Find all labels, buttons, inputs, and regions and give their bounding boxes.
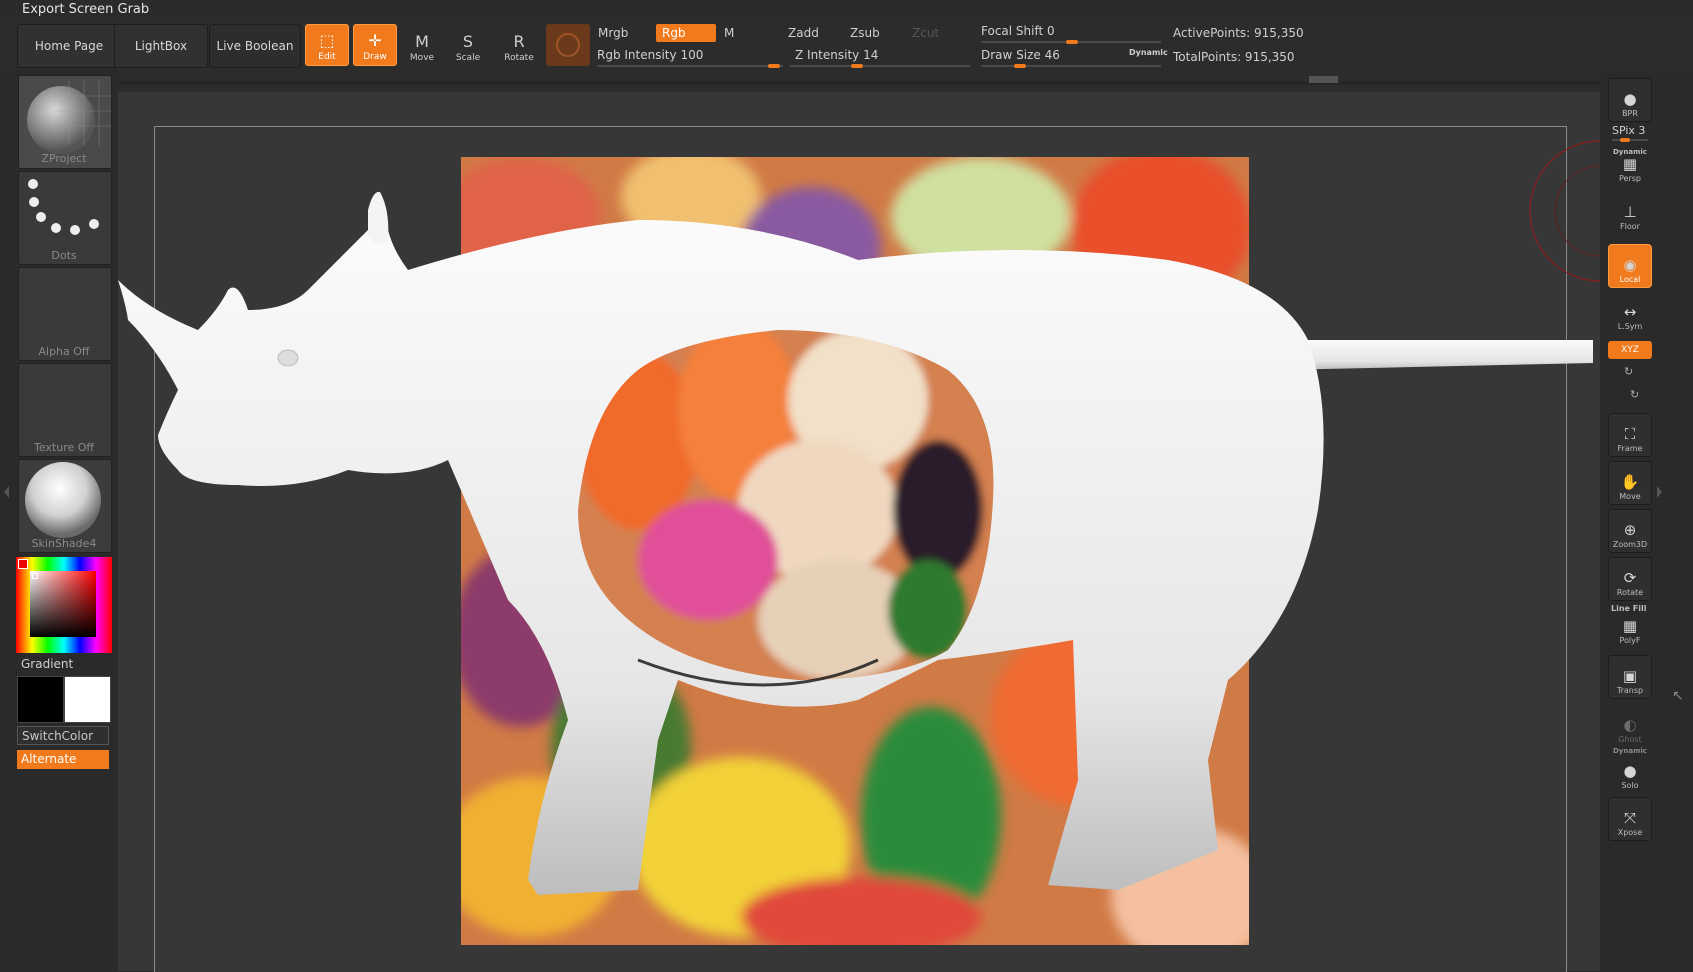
brush-selector-button[interactable] [546,24,590,66]
total-points-readout: TotalPoints: 915,350 [1173,50,1295,64]
draw-size-value: 46 [1044,48,1060,62]
move-icon: M [415,32,429,51]
persp-button[interactable]: ▦ Persp [1608,148,1652,186]
top-shelf-divider [118,81,1603,85]
alternate-toggle[interactable]: Alternate [17,750,109,769]
window-title: Export Screen Grab [22,2,150,17]
z-intensity-slider[interactable] [790,65,970,67]
home-page-button[interactable]: Home Page [17,24,121,68]
scale-icon: S [462,32,474,51]
solo-button[interactable]: ● Solo [1608,749,1652,793]
floor-button[interactable]: ⊥ Floor [1608,196,1652,234]
title-bar: Export Screen Grab [0,0,1693,20]
active-points-readout: ActivePoints: 915,350 [1173,26,1304,40]
rotate-button[interactable]: R Rotate [497,24,541,66]
xyz-toggle[interactable]: XYZ [1608,341,1652,359]
draw-icon: ✛ [368,31,382,50]
rotate-z-icon[interactable]: ↻ [1630,388,1639,401]
alpha-label: Alpha Off [38,345,90,358]
transparency-icon: ▣ [1622,667,1638,685]
transp-button[interactable]: ▣ Transp [1608,655,1652,699]
move-button[interactable]: M Move [400,24,444,66]
focal-shift-value: 0 [1047,24,1055,38]
rotate-y-icon[interactable]: ↻ [1624,365,1633,378]
spix-label[interactable]: SPix 3 [1612,124,1645,137]
xpose-icon: ⤧ [1623,809,1636,827]
draw-size-knob[interactable] [1014,64,1026,68]
spix-knob[interactable] [1620,138,1630,142]
bpr-button[interactable]: ● BPR [1608,78,1652,122]
zoom-icon: ⊕ [1623,521,1637,539]
frame-button[interactable]: ⛶ Frame [1608,413,1652,457]
rgb-intensity-knob[interactable] [768,64,780,68]
left-tray-arrow-icon[interactable] [4,486,9,498]
focal-shift-knob[interactable] [1066,40,1078,44]
draw-button[interactable]: ✛ Draw [353,24,397,66]
rgb-intensity-label: Rgb Intensity 100 [597,48,704,62]
ghost-icon: ◐ [1623,716,1637,734]
symmetry-icon: ↔ [1623,303,1637,321]
rgb-toggle[interactable]: Rgb [656,24,716,42]
color-indicator [18,559,28,569]
zoom3d-button[interactable]: ⊕ Zoom3D [1608,509,1652,553]
rotate-view-icon: ⟳ [1623,569,1637,587]
edit-icon: ⬚ [319,31,335,50]
brush-icon [556,33,580,57]
spix-slider[interactable] [1612,139,1648,141]
polyframe-grid-icon: ▦ [1622,617,1638,635]
scale-button[interactable]: S Scale [446,24,490,66]
frame-icon: ⛶ [1624,425,1636,443]
texture-label: Texture Off [33,441,94,454]
edit-button[interactable]: ⬚ Edit [305,24,349,66]
hand-icon: ✋ [1620,473,1640,491]
focal-shift-label: Focal Shift 0 [981,24,1055,38]
color-picker[interactable] [16,557,112,653]
zproject-label: ZProject [41,152,87,165]
right-tray-arrow-icon[interactable] [1657,486,1662,498]
local-icon: ◉ [1623,256,1637,274]
color-saturation-square[interactable] [30,571,96,637]
rgb-intensity-slider[interactable] [597,65,783,67]
zsub-toggle[interactable]: Zsub [844,24,904,42]
main-color-swatch[interactable] [17,676,64,723]
local-button[interactable]: ◉ Local [1608,244,1652,288]
lsym-button[interactable]: ↔ L.Sym [1608,296,1652,334]
polyf-button[interactable]: ▦ PolyF [1608,610,1652,648]
perspective-grid-icon: ▦ [1622,155,1638,173]
z-intensity-label: Z Intensity 14 [795,48,879,62]
rotate-view-button[interactable]: ⟳ Rotate [1608,557,1652,601]
rhino-model[interactable] [118,180,1603,900]
floor-icon: ⊥ [1623,203,1637,221]
mrgb-toggle[interactable]: Mrgb [592,24,654,42]
solo-icon: ● [1623,762,1637,780]
navigation-gizmo[interactable] [1528,138,1600,284]
switch-color-button[interactable]: SwitchColor [17,726,109,745]
brush-cursor-icon: ↖ [1672,688,1684,704]
live-boolean-button[interactable]: Live Boolean [209,24,301,68]
shelf-scroll-handle[interactable] [1309,76,1338,83]
m-toggle[interactable]: M [718,24,778,42]
zcut-toggle[interactable]: Zcut [906,24,966,42]
z-intensity-value: 14 [863,48,879,62]
rotate-icon: R [513,32,525,51]
move-view-button[interactable]: ✋ Move [1608,461,1652,505]
zadd-toggle[interactable]: Zadd [782,24,842,42]
xpose-button[interactable]: ⤧ Xpose [1608,797,1652,841]
draw-size-slider[interactable] [981,65,1161,67]
material-label: SkinShade4 [31,537,97,550]
dynamic-toggle[interactable]: Dynamic [1129,48,1168,57]
ghost-button[interactable]: ◐ Ghost [1608,703,1652,747]
draw-size-label: Draw Size 46 [981,48,1060,62]
lightbox-button[interactable]: LightBox [114,24,208,68]
gradient-label: Gradient [21,657,74,671]
color-cursor[interactable] [32,573,38,579]
rgb-intensity-value: 100 [680,48,704,62]
bpr-sphere-icon: ● [1623,90,1637,108]
secondary-color-swatch[interactable] [64,676,111,723]
z-intensity-knob[interactable] [851,64,863,68]
stroke-label: Dots [51,249,77,262]
